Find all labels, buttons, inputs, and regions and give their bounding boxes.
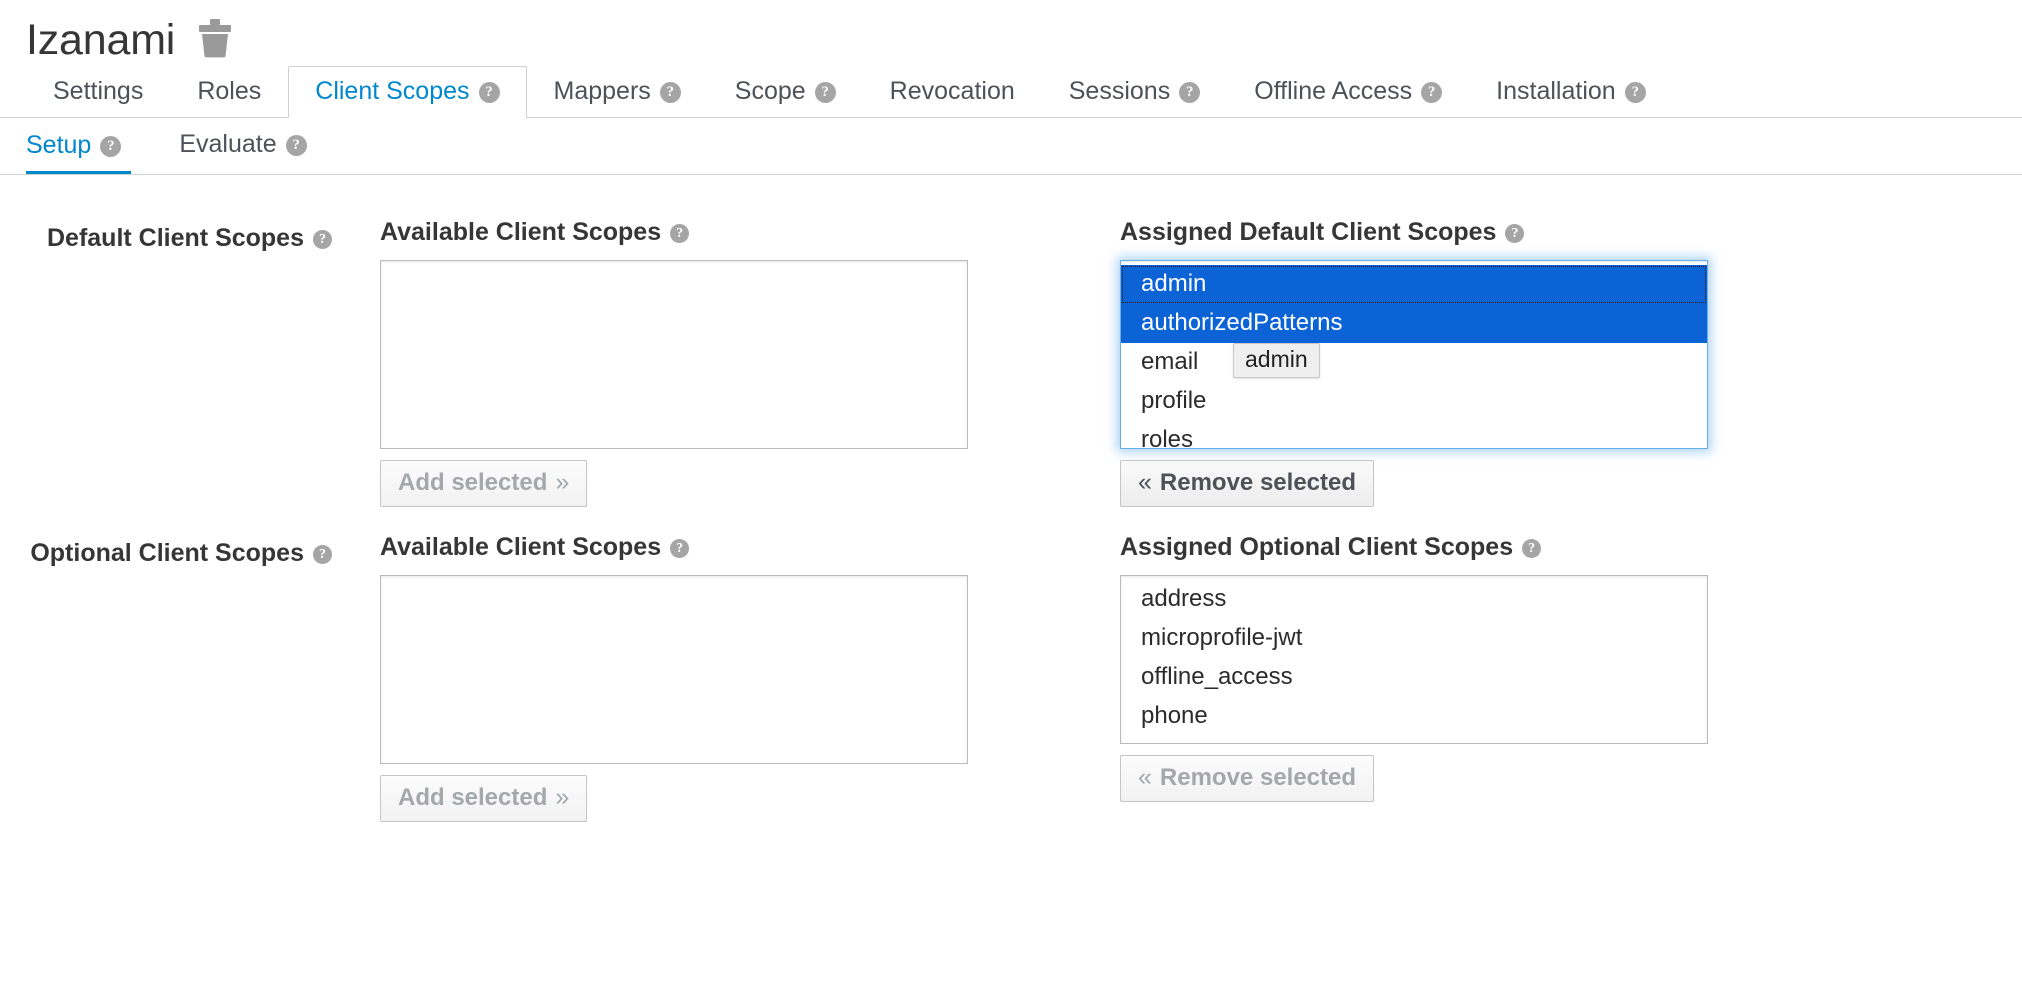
- subtab-evaluate[interactable]: Evaluate?: [179, 119, 316, 173]
- section-label: Default Client Scopes?: [0, 220, 380, 253]
- section-label-text: Optional Client Scopes: [30, 539, 304, 567]
- button-label: Add selected: [398, 783, 548, 811]
- help-icon[interactable]: ?: [313, 230, 332, 249]
- scope-section: Default Client Scopes? Available Client S…: [0, 220, 2022, 507]
- tab-offline-access[interactable]: Offline Access?: [1227, 66, 1469, 117]
- tab-label: Scope: [734, 77, 806, 105]
- tab-label: Client Scopes: [315, 77, 470, 105]
- scope-option[interactable]: profile: [1121, 382, 1707, 421]
- subtab-label: Setup: [26, 130, 92, 159]
- tab-sessions[interactable]: Sessions?: [1042, 66, 1227, 117]
- assigned-scopes-column: Assigned Default Client Scopes? admin auth…: [1120, 220, 1780, 507]
- tab-mappers[interactable]: Mappers?: [527, 66, 708, 117]
- chevron-left-icon: «: [1138, 468, 1152, 496]
- help-icon[interactable]: ?: [1522, 539, 1542, 558]
- scope-option[interactable]: roles: [1121, 421, 1707, 449]
- chevron-right-icon: »: [555, 468, 570, 496]
- available-scopes-column: Available Client Scopes? Add selected»: [380, 220, 1040, 507]
- available-scopes-listbox[interactable]: [380, 575, 968, 764]
- tab-client-scopes[interactable]: Client Scopes?: [288, 66, 527, 118]
- remove-selected-button[interactable]: «Remove selected: [1120, 460, 1375, 507]
- button-label: Add selected: [398, 468, 548, 496]
- available-scopes-title: Available Client Scopes?: [380, 220, 1040, 245]
- available-scopes-listbox[interactable]: [380, 260, 968, 449]
- subtab-label: Evaluate: [179, 130, 277, 158]
- button-label: Remove selected: [1159, 468, 1357, 496]
- tab-installation[interactable]: Installation?: [1469, 66, 1673, 117]
- tab-label: Sessions: [1068, 77, 1171, 105]
- available-scopes-column: Available Client Scopes? Add selected»: [380, 535, 1040, 822]
- primary-tab-bar: Settings Roles Client Scopes? Mappers? Scope…: [0, 66, 2022, 118]
- chevron-right-icon: »: [555, 783, 570, 811]
- assigned-scopes-listbox[interactable]: address microprofile-jwt offline_access pho…: [1120, 575, 1708, 744]
- client-scopes-form: Default Client Scopes? Available Client S…: [0, 175, 2022, 822]
- assigned-scopes-title: Assigned Optional Client Scopes?: [1120, 535, 1780, 560]
- scope-option[interactable]: address: [1121, 580, 1707, 619]
- tab-label: Installation: [1496, 77, 1616, 105]
- sub-tab-bar: Setup? Evaluate?: [0, 118, 2022, 175]
- scope-option[interactable]: admin: [1121, 265, 1707, 304]
- scope-option[interactable]: offline_access: [1121, 658, 1707, 697]
- help-icon[interactable]: ?: [100, 135, 122, 157]
- help-icon[interactable]: ?: [814, 82, 836, 103]
- scope-option[interactable]: microprofile-jwt: [1121, 619, 1707, 658]
- help-icon[interactable]: ?: [285, 135, 307, 156]
- tab-settings[interactable]: Settings: [26, 66, 170, 117]
- help-icon[interactable]: ?: [1505, 224, 1525, 243]
- assigned-scopes-listbox[interactable]: admin authorizedPatterns email profile roles…: [1120, 260, 1708, 449]
- tab-scope[interactable]: Scope?: [708, 66, 863, 117]
- help-icon[interactable]: ?: [1421, 82, 1443, 103]
- available-scopes-title: Available Client Scopes?: [380, 535, 1040, 560]
- scope-option[interactable]: phone: [1121, 697, 1707, 736]
- assigned-scopes-column: Assigned Optional Client Scopes? address m…: [1120, 535, 1780, 802]
- tab-revocation[interactable]: Revocation: [863, 66, 1042, 117]
- tab-label: Mappers: [553, 77, 651, 105]
- chevron-left-icon: «: [1138, 763, 1152, 791]
- tab-roles[interactable]: Roles: [170, 66, 288, 117]
- assigned-scopes-title: Assigned Default Client Scopes?: [1120, 220, 1780, 245]
- column-title-label: Assigned Default Client Scopes: [1120, 218, 1497, 246]
- column-title-label: Available Client Scopes: [380, 218, 662, 246]
- help-icon[interactable]: ?: [670, 539, 690, 558]
- trash-icon[interactable]: [197, 18, 233, 63]
- add-selected-button[interactable]: Add selected»: [380, 460, 588, 507]
- column-title-label: Assigned Optional Client Scopes: [1120, 533, 1514, 561]
- section-label-text: Default Client Scopes: [47, 224, 304, 252]
- scope-section: Optional Client Scopes? Available Client …: [0, 535, 2022, 822]
- page-title: Izanami: [26, 15, 176, 64]
- tab-label: Roles: [197, 77, 262, 105]
- button-label: Remove selected: [1159, 763, 1357, 791]
- help-icon[interactable]: ?: [670, 224, 690, 243]
- page-header: Izanami: [0, 0, 2022, 66]
- scope-option[interactable]: authorizedPatterns: [1121, 304, 1707, 343]
- help-icon[interactable]: ?: [478, 82, 500, 103]
- section-label: Optional Client Scopes?: [0, 535, 380, 568]
- tab-label: Settings: [53, 77, 144, 105]
- help-icon[interactable]: ?: [1624, 82, 1646, 103]
- tab-label: Revocation: [889, 77, 1015, 105]
- remove-selected-button[interactable]: «Remove selected: [1120, 755, 1375, 802]
- help-icon[interactable]: ?: [1179, 82, 1201, 103]
- help-icon[interactable]: ?: [659, 82, 681, 103]
- add-selected-button[interactable]: Add selected»: [380, 775, 588, 822]
- help-icon[interactable]: ?: [313, 545, 332, 564]
- tab-label: Offline Access: [1254, 77, 1413, 105]
- column-title-label: Available Client Scopes: [380, 533, 662, 561]
- scope-option[interactable]: email: [1121, 343, 1707, 382]
- subtab-setup[interactable]: Setup?: [26, 120, 132, 174]
